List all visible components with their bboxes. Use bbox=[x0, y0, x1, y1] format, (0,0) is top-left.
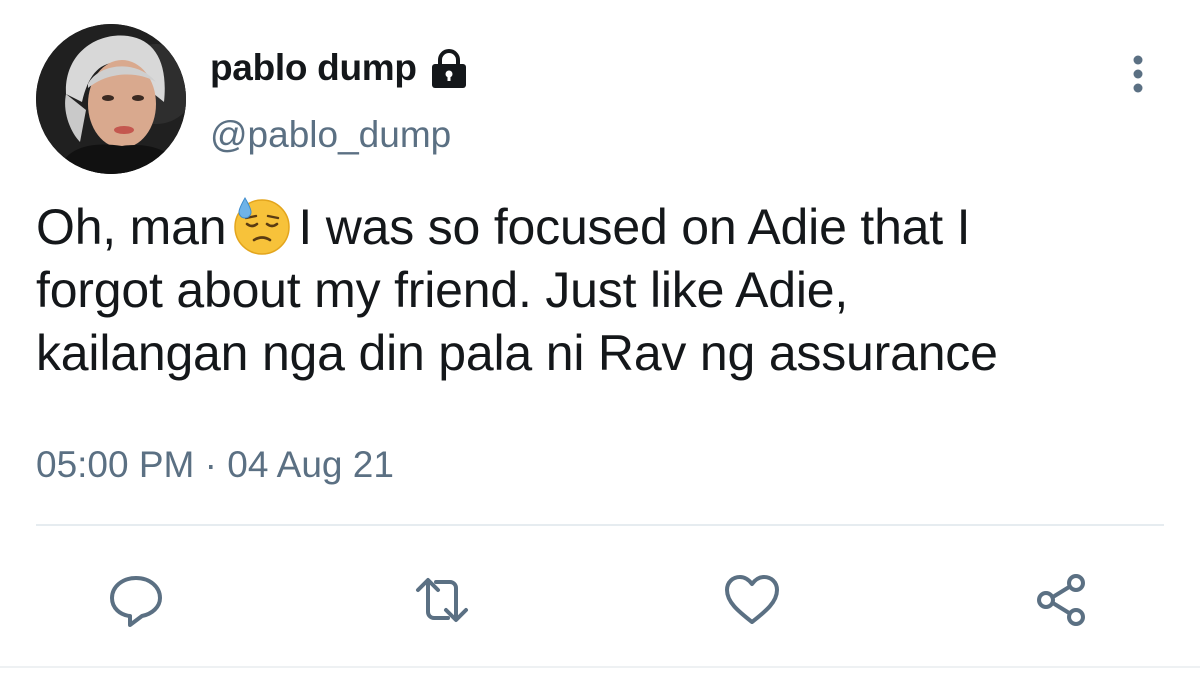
avatar[interactable] bbox=[36, 24, 186, 174]
timestamp-separator: · bbox=[204, 444, 217, 485]
share-button[interactable] bbox=[1030, 568, 1094, 632]
more-options-icon[interactable] bbox=[1118, 52, 1158, 96]
tweet-text: Oh, man I was so focused on Adie that I … bbox=[36, 196, 1166, 385]
tweet-timestamp[interactable]: 05:00 PM · 04 Aug 21 bbox=[36, 444, 394, 486]
heart-icon bbox=[725, 575, 779, 624]
reply-icon bbox=[110, 576, 162, 627]
display-name-row: pablo dump bbox=[210, 44, 471, 92]
lock-icon bbox=[427, 46, 471, 90]
reply-button[interactable] bbox=[104, 568, 168, 632]
divider bbox=[36, 524, 1164, 526]
retweet-icon bbox=[416, 578, 468, 622]
tweet-date: 04 Aug 21 bbox=[227, 444, 394, 485]
action-bar bbox=[0, 560, 1200, 640]
tweet-text-line: kailangan nga din pala ni Rav ng assuran… bbox=[36, 325, 998, 381]
retweet-button[interactable] bbox=[410, 568, 474, 632]
tweet-card: pablo dump @pablo_dump Oh, man I was so … bbox=[0, 0, 1200, 685]
display-name[interactable]: pablo dump bbox=[210, 47, 417, 89]
user-handle[interactable]: @pablo_dump bbox=[210, 114, 451, 156]
share-icon bbox=[1037, 574, 1085, 626]
bottom-divider bbox=[0, 666, 1200, 668]
tweet-time: 05:00 PM bbox=[36, 444, 195, 485]
tweet-text-line: Oh, man I was so focused on Adie that I bbox=[36, 196, 1166, 259]
downcast-face-with-sweat-emoji bbox=[232, 196, 292, 256]
like-button[interactable] bbox=[720, 568, 784, 632]
tweet-text-segment: Oh, man bbox=[36, 199, 227, 255]
tweet-text-line: forgot about my friend. Just like Adie, bbox=[36, 262, 849, 318]
tweet-text-segment: I was so focused on Adie that I bbox=[298, 199, 971, 255]
